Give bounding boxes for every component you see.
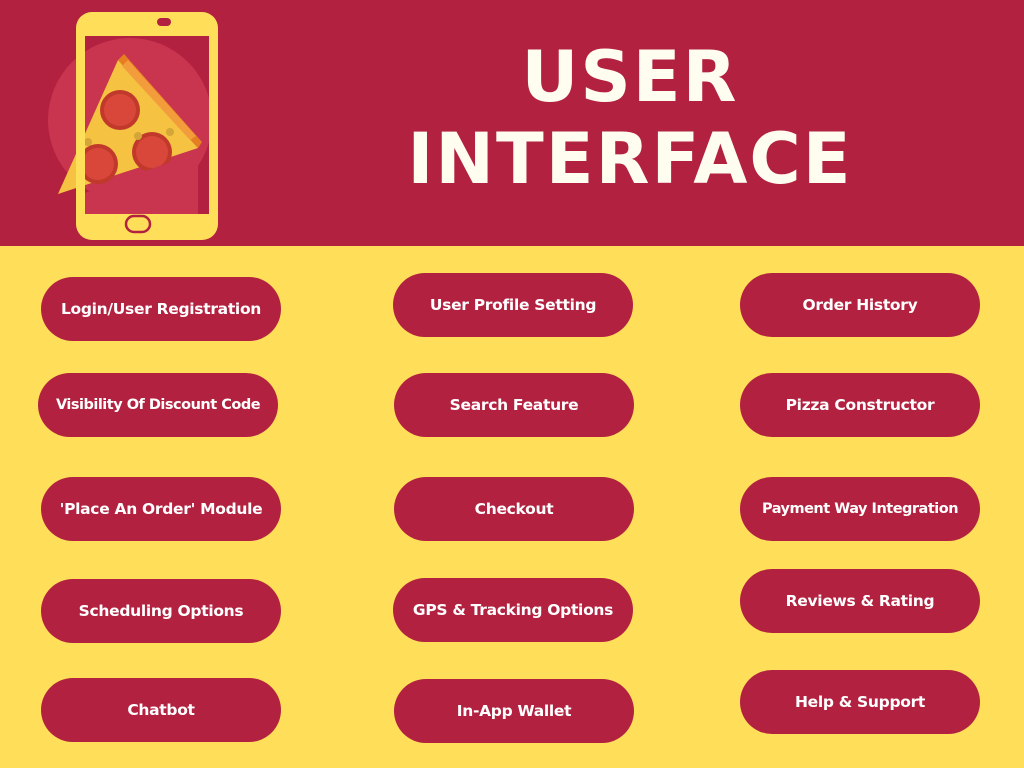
- feature-chatbot[interactable]: Chatbot: [41, 678, 281, 742]
- feature-reviews-rating[interactable]: Reviews & Rating: [740, 569, 980, 633]
- feature-pizza-constructor[interactable]: Pizza Constructor: [740, 373, 980, 437]
- feature-login-user-registration[interactable]: Login/User Registration: [41, 277, 281, 341]
- phone-pizza-icon: [48, 12, 218, 240]
- feature-payment-way-integration[interactable]: Payment Way Integration: [740, 477, 980, 541]
- feature-checkout[interactable]: Checkout: [394, 477, 634, 541]
- feature-visibility-of-discount-code[interactable]: Visibility Of Discount Code: [38, 373, 278, 437]
- feature-in-app-wallet[interactable]: In-App Wallet: [394, 679, 634, 743]
- feature-order-history[interactable]: Order History: [740, 273, 980, 337]
- header-banner: USER INTERFACE: [0, 0, 1024, 246]
- feature-gps-tracking-options[interactable]: GPS & Tracking Options: [393, 578, 633, 642]
- title-line-2: INTERFACE: [407, 118, 853, 200]
- title-line-1: USER: [521, 36, 739, 118]
- feature-scheduling-options[interactable]: Scheduling Options: [41, 579, 281, 643]
- feature-user-profile-setting[interactable]: User Profile Setting: [393, 273, 633, 337]
- feature-search-feature[interactable]: Search Feature: [394, 373, 634, 437]
- feature-help-support[interactable]: Help & Support: [740, 670, 980, 734]
- page-title: USER INTERFACE: [400, 36, 860, 200]
- feature-place-an-order-module[interactable]: 'Place An Order' Module: [41, 477, 281, 541]
